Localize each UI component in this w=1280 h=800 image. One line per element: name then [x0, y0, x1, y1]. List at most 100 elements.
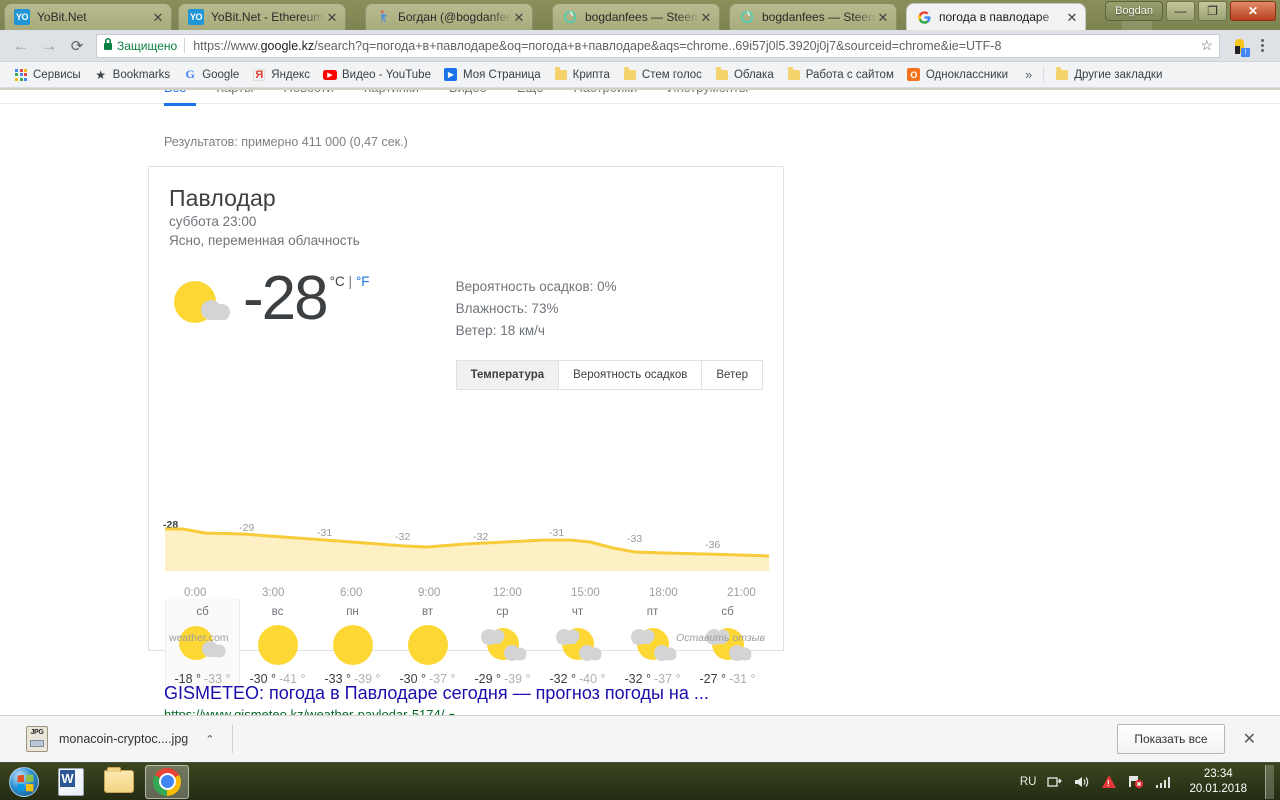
bookmark-youtube[interactable]: ▶ Видео - YouTube [317, 65, 437, 85]
bookmark-folder-stem[interactable]: Стем голос [617, 65, 708, 85]
download-item[interactable]: JPG monacoin-cryptoc....jpg ⌃ [12, 726, 214, 752]
tab-maps[interactable]: Карты [216, 90, 253, 95]
weather-card: Павлодар суббота 23:00 Ясно, переменная … [148, 166, 785, 691]
file-icon-bar [30, 740, 44, 747]
unit-toggle[interactable]: °C | °F [330, 274, 370, 289]
star-icon: ★ [95, 67, 107, 82]
forecast-day[interactable]: ср -29 ° -39 ° [465, 599, 540, 691]
bookmark-my-page[interactable]: ▶ Моя Страница [438, 65, 547, 85]
tab-title: bogdanfees — Steem [585, 10, 699, 24]
search-result-title[interactable]: GISMETEO: погода в Павлодаре сегодня — п… [164, 682, 709, 704]
minimize-button[interactable]: — [1166, 1, 1195, 21]
warning-icon[interactable] [1100, 773, 1117, 790]
tab-images[interactable]: Картинки [364, 90, 419, 95]
bookmarks-overflow-button[interactable]: » [1019, 67, 1038, 82]
tab-more[interactable]: Ещё [517, 90, 544, 95]
bookmark-google[interactable]: G Google [177, 65, 245, 85]
browser-tab[interactable]: bogdanfees — Steem ✕ [729, 3, 897, 30]
day-low: -31 ° [729, 672, 756, 686]
tab-title: Богдан (@bogdanfee [398, 10, 512, 24]
chevron-up-icon[interactable]: ⌃ [205, 733, 214, 746]
temperature-chart[interactable]: -28 -29 -31 -32 -32 -31 -33 -36 0:00 3:0… [149, 509, 785, 599]
tab-tools[interactable]: Инструменты [667, 90, 748, 95]
taskbar-item-word[interactable] [49, 765, 93, 799]
taskbar-item-chrome[interactable] [145, 764, 189, 799]
tab-close-icon[interactable]: ✕ [151, 11, 165, 24]
bookmark-label: Стем голос [641, 68, 702, 81]
page-content: Все Карты Новости Картинки Видео Ещё Нас… [0, 90, 1280, 715]
back-arrow-icon: ← [12, 35, 30, 55]
word-icon [58, 767, 84, 796]
back-button[interactable]: ← [8, 33, 34, 59]
restore-button[interactable]: ❐ [1198, 1, 1227, 21]
fahrenheit-link[interactable]: °F [356, 274, 370, 289]
profile-button[interactable]: Bogdan [1105, 1, 1163, 21]
tab-close-icon[interactable]: ✕ [876, 11, 890, 24]
forecast-day[interactable]: сб -18 ° -33 ° [165, 599, 240, 691]
forecast-day[interactable]: чт -32 ° -40 ° [540, 599, 615, 691]
browser-tab[interactable]: YO YoBit.Net ✕ [4, 3, 172, 30]
feedback-link[interactable]: Оставить отзыв [676, 632, 765, 644]
youtube-icon: ▶ [322, 68, 337, 82]
bookmark-odnoklassniki[interactable]: О Одноклассники [901, 65, 1014, 85]
forecast-day[interactable]: пн -33 ° -39 ° [315, 599, 390, 691]
bookmark-yandex[interactable]: Я Яндекс [246, 65, 316, 85]
volume-icon[interactable] [1073, 773, 1090, 790]
chrome-menu-button[interactable] [1252, 39, 1272, 52]
tab-all[interactable]: Все [164, 90, 186, 95]
weather-details: Вероятность осадков: 0% Влажность: 73% В… [455, 268, 763, 390]
bookmark-folder-oblaka[interactable]: Облака [709, 65, 780, 85]
tab-close-icon[interactable]: ✕ [1065, 11, 1079, 24]
bookmark-folder-rabota[interactable]: Работа с сайтом [781, 65, 900, 85]
show-desktop-button[interactable] [1265, 764, 1274, 799]
browser-tab[interactable]: bogdanfees — Steem ✕ [552, 3, 720, 30]
forecast-day[interactable]: пт -32 ° -37 ° [615, 599, 690, 691]
browser-tab[interactable]: Богдан (@bogdanfee ✕ [365, 3, 533, 30]
tab-close-icon[interactable]: ✕ [512, 11, 526, 24]
extension-icon[interactable]: ! [1228, 35, 1250, 57]
forward-button[interactable]: → [36, 33, 62, 59]
tray-expand-icon[interactable] [1046, 773, 1063, 790]
browser-tab-active[interactable]: погода в павлодаре ✕ [906, 3, 1086, 30]
bookmark-apps[interactable]: Сервисы [8, 65, 87, 85]
clock[interactable]: 23:34 20.01.2018 [1181, 767, 1255, 797]
close-window-button[interactable]: ✕ [1230, 1, 1276, 21]
partly-cloudy-icon [690, 622, 765, 670]
tab-close-icon[interactable]: ✕ [325, 11, 339, 24]
start-button[interactable] [3, 765, 45, 799]
download-divider [232, 725, 234, 753]
other-bookmarks-button[interactable]: Другие закладки [1049, 65, 1168, 85]
wind-detail: Ветер: 18 км/ч [455, 323, 545, 338]
address-bar[interactable]: Защищено https://www.google.kz/search?q=… [96, 33, 1220, 58]
taskbar-item-explorer[interactable] [97, 765, 141, 799]
bookmark-label: Видео - YouTube [341, 68, 431, 81]
bookmark-bookmarks[interactable]: ★ Bookmarks [88, 65, 177, 85]
weather-temperature: -28 [243, 264, 329, 333]
yandex-icon: Я [252, 68, 266, 82]
forecast-day[interactable]: вс -30 ° -41 ° [240, 599, 315, 691]
toggle-temperature[interactable]: Температура [456, 361, 560, 389]
bookmark-folder-kripta[interactable]: Крипта [548, 65, 616, 85]
reload-button[interactable]: ⟳ [64, 33, 90, 59]
weather-city: Павлодар [169, 185, 276, 211]
partly-cloudy-icon [540, 622, 615, 670]
forecast-day[interactable]: вт -30 ° -37 ° [390, 599, 465, 691]
show-all-downloads-button[interactable]: Показать все [1117, 724, 1225, 754]
celsius-label[interactable]: °C [330, 274, 345, 289]
network-error-icon[interactable] [1127, 773, 1144, 790]
weather-source[interactable]: weather.com [169, 632, 229, 644]
language-indicator[interactable]: RU [1020, 776, 1037, 788]
toggle-precipitation[interactable]: Вероятность осадков [559, 361, 703, 389]
tab-settings[interactable]: Настройки [573, 90, 637, 95]
result-url-text: https://www.gismeteo.kz/weather-pavlodar… [164, 707, 445, 715]
close-download-bar-icon[interactable]: ✕ [1243, 729, 1268, 749]
tab-news[interactable]: Новости [283, 90, 333, 95]
bookmark-star-icon[interactable]: ☆ [1194, 37, 1213, 54]
browser-tab[interactable]: YO YoBit.Net - Ethereum ✕ [178, 3, 346, 30]
toggle-wind[interactable]: Ветер [702, 361, 762, 389]
clock-time: 23:34 [1203, 767, 1233, 780]
signal-bars-icon[interactable] [1154, 773, 1171, 790]
tab-video[interactable]: Видео [449, 90, 487, 95]
tab-close-icon[interactable]: ✕ [699, 11, 713, 24]
forecast-day[interactable]: сб -27 ° -31 ° [690, 599, 765, 691]
